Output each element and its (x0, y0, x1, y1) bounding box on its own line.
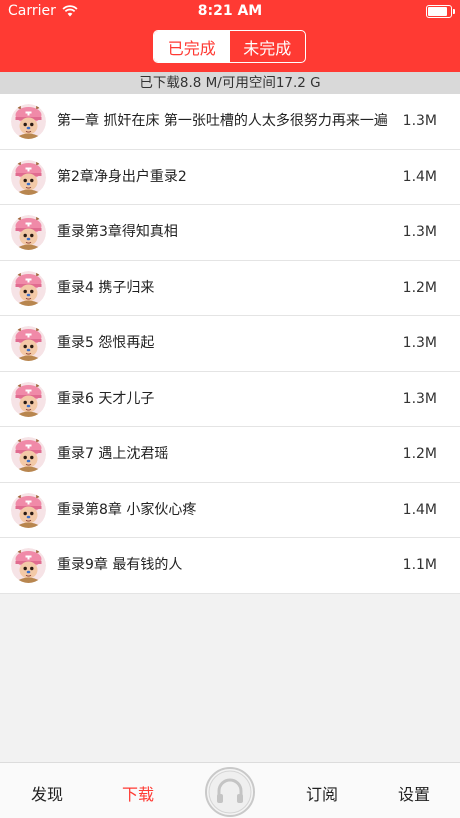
chopper-avatar-icon (11, 215, 46, 250)
download-row[interactable]: 重录9章 最有钱的人 1.1M (0, 538, 460, 594)
file-size: 1.3M (402, 113, 437, 129)
chopper-avatar-icon (11, 326, 46, 361)
download-row[interactable]: 重录第3章得知真相 1.3M (0, 205, 460, 261)
download-row[interactable]: 重录第8章 小家伙心疼 1.4M (0, 482, 460, 538)
tab-download[interactable]: 下载 (122, 781, 154, 805)
download-title: 第2章净身出户重录2 (57, 168, 187, 185)
status-bar: Carrier 8:21 AM (0, 0, 460, 24)
download-row[interactable]: 重录4 携子归来 1.2M (0, 260, 460, 316)
download-title: 重录第3章得知真相 (57, 224, 178, 240)
chopper-avatar-icon (11, 381, 46, 417)
chopper-avatar-icon (11, 437, 46, 472)
header: Carrier 8:21 AM 已完成 未完成 (0, 0, 460, 72)
segment-incomplete[interactable]: 未完成 (230, 31, 306, 62)
file-size: 1.1M (402, 557, 437, 573)
file-size: 1.2M (402, 279, 437, 296)
chopper-avatar-icon (11, 492, 46, 528)
player-button[interactable] (205, 767, 255, 817)
download-row[interactable]: 第一章 抓奸在床 第一张吐槽的人太多很努力再来一遍 1.3M (0, 94, 460, 150)
file-size: 1.3M (402, 224, 437, 240)
chopper-avatar-icon (11, 270, 46, 306)
download-row[interactable]: 重录5 怨恨再起 1.3M (0, 316, 460, 372)
download-row[interactable]: 重录6 天才儿子 1.3M (0, 371, 460, 427)
download-title: 第一章 抓奸在床 第一张吐槽的人太多很努力再来一遍 (57, 113, 387, 129)
chopper-avatar-icon (11, 104, 46, 139)
download-row[interactable]: 第2章净身出户重录2 1.4M (0, 149, 460, 205)
tab-settings[interactable]: 设置 (398, 781, 430, 805)
tab-bar: 发现 下载 订阅 设置 (0, 762, 460, 818)
download-title: 重录第8章 小家伙心疼 (57, 501, 197, 518)
tab-discover[interactable]: 发现 (31, 781, 63, 805)
download-title: 重录7 遇上沈君瑶 (57, 446, 169, 462)
headphones-icon (208, 770, 252, 814)
chopper-avatar-icon (11, 159, 46, 195)
download-title: 重录5 怨恨再起 (57, 335, 155, 351)
file-size: 1.4M (402, 168, 437, 185)
download-row[interactable]: 重录7 遇上沈君瑶 1.2M (0, 427, 460, 483)
download-title: 重录6 天才儿子 (57, 390, 155, 407)
clock: 8:21 AM (197, 3, 263, 19)
download-title: 重录4 携子归来 (57, 279, 155, 296)
file-size: 1.3M (402, 390, 437, 407)
tab-subscribe[interactable]: 订阅 (306, 781, 338, 805)
file-size: 1.4M (402, 501, 437, 518)
segment-completed[interactable]: 已完成 (154, 31, 230, 62)
file-size: 1.2M (402, 446, 437, 462)
download-status-segment: 已完成 未完成 (153, 30, 306, 63)
file-size: 1.3M (402, 335, 437, 351)
download-title: 重录9章 最有钱的人 (57, 557, 183, 573)
storage-info: 已下载8.8 M/可用空间17.2 G (0, 72, 460, 94)
chopper-avatar-icon (11, 548, 46, 583)
battery-icon (426, 5, 455, 18)
download-list: 第一章 抓奸在床 第一张吐槽的人太多很努力再来一遍 1.3M 第2章净身出户重录… (0, 94, 460, 594)
